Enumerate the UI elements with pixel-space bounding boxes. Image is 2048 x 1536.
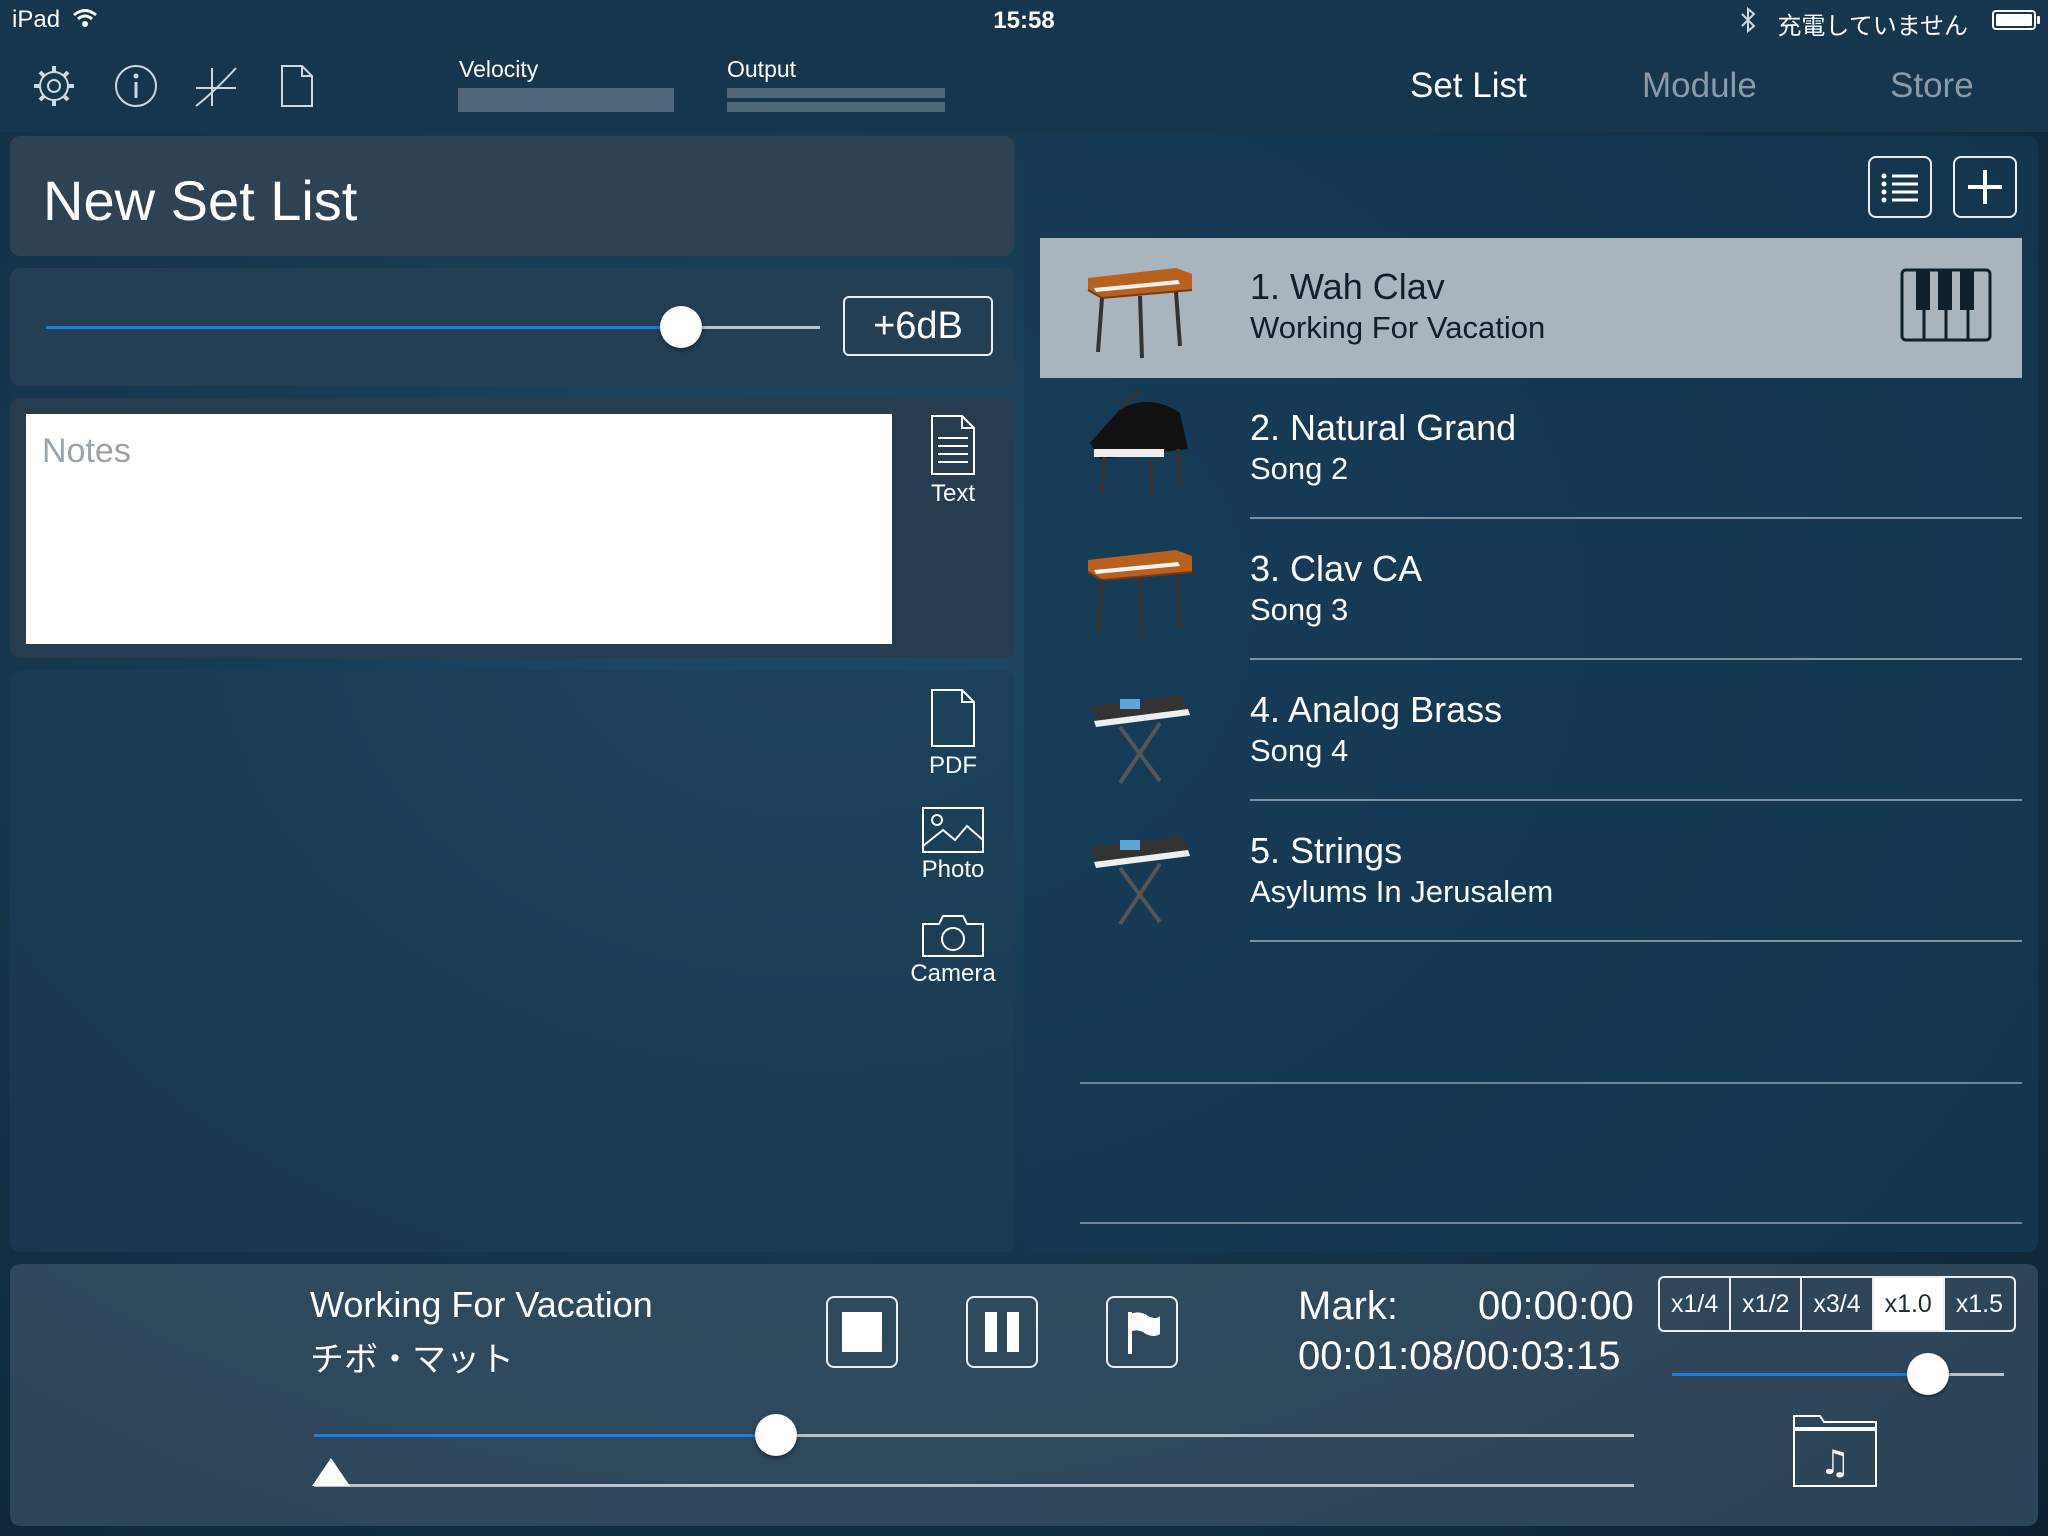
total-duration: 00:03:15 (1464, 1334, 1621, 1378)
setlist-item-song: Asylums In Jerusalem (1250, 874, 1554, 909)
pdf-button-label: PDF (929, 752, 977, 779)
gear-icon[interactable] (30, 62, 78, 110)
speed-slider-fill (1672, 1373, 1928, 1376)
svg-text:♫: ♫ (1820, 1443, 1850, 1483)
mark-label: Mark: (1298, 1284, 1398, 1328)
grand-piano-thumbnail (1080, 389, 1200, 509)
setlist-row[interactable]: 1. Wah Clav Working For Vacation (1040, 238, 2022, 378)
info-icon[interactable] (112, 62, 160, 110)
notes-field[interactable]: Notes (26, 414, 892, 644)
setlist-item-song: Song 2 (1250, 451, 1349, 486)
speed-option[interactable]: x1.5 (1945, 1278, 2014, 1330)
mark-time: 00:00:00 (1478, 1284, 1634, 1328)
current-position: 00:01:08 (1298, 1334, 1454, 1378)
pause-icon (985, 1312, 1019, 1352)
setlist-item-title: 2. Natural Grand (1250, 407, 1517, 448)
time-separator: / (1453, 1334, 1465, 1378)
pdf-document-icon (931, 689, 975, 747)
tab-set-list[interactable]: Set List (1410, 66, 1527, 106)
output-label: Output (727, 56, 797, 82)
music-folder-icon: ♫ (1793, 1415, 1877, 1487)
tab-store[interactable]: Store (1890, 66, 1974, 106)
set-list-title[interactable]: New Set List (43, 168, 357, 233)
speed-slider-knob[interactable] (1907, 1353, 1949, 1395)
synth-thumbnail (1080, 671, 1200, 791)
row-separator (1250, 517, 2022, 519)
notes-placeholder: Notes (42, 432, 131, 470)
mark-button[interactable] (1106, 1296, 1178, 1368)
list-view-button[interactable] (1868, 156, 1932, 218)
top-toolbar: Velocity Output Set List Module Store (0, 40, 2048, 132)
setlist-item-title: 1. Wah Clav (1250, 266, 1445, 307)
plus-icon (1968, 170, 2002, 204)
row-separator (1250, 940, 2022, 942)
setlist-item-song: Song 4 (1250, 733, 1349, 768)
list-icon (1881, 173, 1918, 203)
photo-icon (922, 807, 984, 853)
clav-thumbnail (1080, 530, 1200, 650)
level-slider-fill (46, 326, 681, 329)
playback-speed-selector: x1/4 x1/2 x3/4 x1.0 x1.5 (1658, 1276, 2016, 1332)
stop-icon (842, 1312, 882, 1352)
mark-track (314, 1484, 1634, 1487)
battery-icon (1992, 10, 2036, 30)
empty-row-separator (1080, 1082, 2022, 1084)
tab-module[interactable]: Module (1642, 66, 1757, 106)
speed-option[interactable]: x1/4 (1660, 1278, 1732, 1330)
attachment-panel (10, 670, 1014, 1252)
player-artist: チボ・マット (310, 1341, 514, 1379)
photo-button[interactable]: Photo (898, 806, 1008, 884)
synth-thumbnail (1080, 812, 1200, 932)
gain-button[interactable]: +6dB (843, 296, 993, 356)
camera-button-label: Camera (910, 960, 996, 987)
setlist-item-title: 4. Analog Brass (1250, 689, 1503, 730)
output-meter-left (727, 88, 945, 98)
flag-icon (1128, 1312, 1160, 1354)
battery-tip (2037, 16, 2040, 24)
bluetooth-icon (1741, 7, 1756, 33)
row-separator (1250, 799, 2022, 801)
time-display: 00:01:08/00:03:15 (1298, 1334, 1621, 1379)
row-separator (1250, 658, 2022, 660)
clav-thumbnail (1080, 248, 1200, 368)
keyboard-button[interactable] (1900, 268, 1992, 342)
setlist-row[interactable]: 5. Strings Asylums In Jerusalem (1040, 802, 2022, 942)
player-song-title: Working For Vacation (310, 1284, 653, 1325)
photo-button-label: Photo (921, 856, 985, 883)
position-slider-fill (314, 1434, 776, 1437)
document-icon[interactable] (272, 62, 320, 110)
pdf-button[interactable]: PDF (898, 686, 1008, 780)
setlist-item-title: 3. Clav CA (1250, 548, 1423, 589)
text-document-icon (931, 415, 975, 475)
song-file-button[interactable]: ♫ (1792, 1414, 1878, 1488)
speed-option[interactable]: x1.0 (1873, 1278, 1945, 1330)
setlist-item-song: Song 3 (1250, 592, 1349, 627)
mark-marker-icon[interactable] (310, 1456, 352, 1488)
setlist-item-song: Working For Vacation (1250, 310, 1546, 345)
keyboard-icon (1900, 268, 1992, 342)
setlist-row[interactable]: 2. Natural Grand Song 2 (1040, 379, 2022, 519)
setlist-row[interactable]: 3. Clav CA Song 3 (1040, 520, 2022, 660)
stop-button[interactable] (826, 1296, 898, 1368)
text-button[interactable]: Text (898, 412, 1008, 508)
velocity-meter (458, 88, 674, 112)
level-slider-knob[interactable] (660, 306, 702, 348)
velocity-label: Velocity (459, 56, 539, 82)
set-list-title-panel: New Set List (10, 136, 1014, 256)
status-bar: iPad 15:58 充電していません (0, 0, 2048, 40)
camera-button[interactable]: Camera (898, 912, 1008, 988)
text-button-label: Text (930, 480, 975, 507)
speed-option[interactable]: x1/2 (1731, 1278, 1803, 1330)
speed-option[interactable]: x3/4 (1802, 1278, 1874, 1330)
position-slider-knob[interactable] (755, 1414, 797, 1456)
velocity-curve-icon[interactable] (192, 62, 240, 110)
output-meter-right (727, 102, 945, 112)
add-item-button[interactable] (1953, 156, 2017, 218)
pause-button[interactable] (966, 1296, 1038, 1368)
setlist-row[interactable]: 4. Analog Brass Song 4 (1040, 661, 2022, 801)
charging-status: 充電していません (1777, 13, 1968, 40)
camera-icon (922, 915, 984, 957)
setlist-item-title: 5. Strings (1250, 830, 1403, 871)
empty-row-separator (1080, 1222, 2022, 1224)
